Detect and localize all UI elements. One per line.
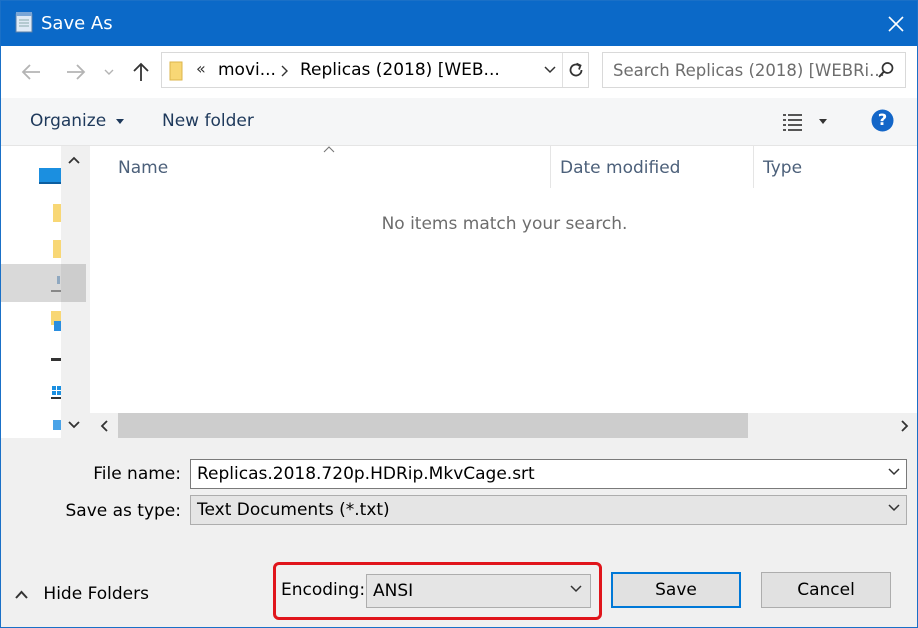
scrollbar-thumb[interactable] xyxy=(61,264,86,302)
encoding-select[interactable]: ANSI xyxy=(366,574,591,608)
notepad-icon xyxy=(15,12,33,33)
empty-message: No items match your search. xyxy=(381,214,628,234)
column-divider[interactable] xyxy=(550,146,551,188)
command-bar: Organize New folder xyxy=(1,98,917,146)
folder-icon[interactable] xyxy=(53,204,61,222)
drive-icon[interactable] xyxy=(51,356,61,364)
file-name-value[interactable]: Replicas.2018.720p.HDRip.MkvCage.srt xyxy=(197,464,535,484)
file-name-field[interactable]: Replicas.2018.720p.HDRip.MkvCage.srt xyxy=(190,459,907,489)
cancel-button-label: Cancel xyxy=(797,580,855,600)
chevron-left-icon xyxy=(100,419,108,432)
navigation-bar: « movi... Replicas (2018) [WEB... Search… xyxy=(1,46,917,98)
scroll-down-button[interactable] xyxy=(61,412,86,438)
address-bar[interactable]: « movi... Replicas (2018) [WEB... xyxy=(161,52,589,88)
help-button[interactable]: ? xyxy=(871,109,894,137)
chevron-down-icon xyxy=(888,504,900,512)
column-header-type[interactable]: Type xyxy=(763,158,802,178)
cancel-button[interactable]: Cancel xyxy=(761,572,891,608)
save-as-dialog: Save As « movi... Replicas (2018) [WEB..… xyxy=(0,0,918,628)
chevron-down-icon xyxy=(104,69,114,75)
column-divider[interactable] xyxy=(753,146,754,188)
breadcrumb-overflow[interactable]: « xyxy=(196,59,206,78)
new-folder-label: New folder xyxy=(162,111,254,131)
encoding-label: Encoding: xyxy=(281,580,366,600)
nav-pane-scrollbar[interactable] xyxy=(61,146,86,438)
hide-folders-button[interactable]: Hide Folders xyxy=(15,584,149,604)
hide-folders-label: Hide Folders xyxy=(43,584,149,604)
organize-button[interactable]: Organize xyxy=(30,111,124,131)
horizontal-scrollbar[interactable] xyxy=(90,413,917,438)
search-box[interactable]: Search Replicas (2018) [WEBRi... xyxy=(602,52,906,88)
network-icon[interactable] xyxy=(51,418,61,434)
file-name-label: File name: xyxy=(93,464,181,484)
close-icon xyxy=(888,15,904,32)
chevron-up-icon xyxy=(67,156,80,164)
new-folder-button[interactable]: New folder xyxy=(162,111,254,131)
windows-drive-icon[interactable] xyxy=(51,386,61,400)
arrow-left-icon xyxy=(21,64,40,80)
search-input[interactable]: Search Replicas (2018) [WEBRi... xyxy=(613,61,885,80)
breadcrumb-item[interactable]: movi... xyxy=(218,60,276,80)
dropdown-arrow-icon xyxy=(115,118,124,124)
recent-locations-button[interactable] xyxy=(99,61,119,83)
back-button[interactable] xyxy=(19,61,43,83)
help-glyph: ? xyxy=(877,110,888,129)
save-button[interactable]: Save xyxy=(611,572,741,608)
column-header-name[interactable]: Name xyxy=(118,158,168,178)
folder-icon xyxy=(169,61,183,81)
breadcrumb-separator-icon xyxy=(281,65,288,77)
close-button[interactable] xyxy=(873,1,917,46)
chevron-down-icon xyxy=(544,66,556,74)
forward-button[interactable] xyxy=(64,61,88,83)
search-icon[interactable] xyxy=(877,61,895,79)
chevron-up-icon xyxy=(15,590,28,599)
column-header-date-modified[interactable]: Date modified xyxy=(560,158,680,178)
scroll-left-button[interactable] xyxy=(90,413,118,438)
scrollbar-thumb[interactable] xyxy=(118,413,748,438)
library-icon[interactable] xyxy=(51,311,61,331)
save-button-label: Save xyxy=(655,580,697,600)
drive-icon[interactable] xyxy=(51,276,61,294)
refresh-button[interactable] xyxy=(562,53,589,87)
breadcrumb-item[interactable]: Replicas (2018) [WEB... xyxy=(300,60,500,80)
scroll-up-button[interactable] xyxy=(61,146,86,174)
window-title: Save As xyxy=(41,13,113,34)
save-as-type-select[interactable]: Text Documents (*.txt) xyxy=(190,495,907,525)
sort-ascending-icon xyxy=(323,146,335,153)
arrow-up-icon xyxy=(133,62,149,81)
encoding-value: ANSI xyxy=(373,581,414,601)
desktop-icon[interactable] xyxy=(39,168,61,184)
chevron-down-icon[interactable] xyxy=(888,468,900,476)
title-bar: Save As xyxy=(1,1,917,46)
scroll-right-button[interactable] xyxy=(891,413,917,438)
chevron-down-icon xyxy=(67,421,80,429)
up-button[interactable] xyxy=(129,61,153,83)
chevron-down-icon xyxy=(570,585,582,593)
details-view-icon xyxy=(783,114,827,131)
file-list[interactable]: Name Date modified Type No items match y… xyxy=(90,146,917,413)
organize-label: Organize xyxy=(30,111,107,131)
address-dropdown-button[interactable] xyxy=(538,53,562,87)
folder-icon[interactable] xyxy=(53,240,61,258)
chevron-right-icon xyxy=(901,419,909,432)
navigation-pane[interactable] xyxy=(1,146,86,438)
refresh-icon xyxy=(569,62,583,77)
save-as-type-label: Save as type: xyxy=(65,501,181,521)
save-as-type-value: Text Documents (*.txt) xyxy=(197,500,390,520)
arrow-right-icon xyxy=(67,64,86,80)
change-view-button[interactable] xyxy=(779,110,835,134)
